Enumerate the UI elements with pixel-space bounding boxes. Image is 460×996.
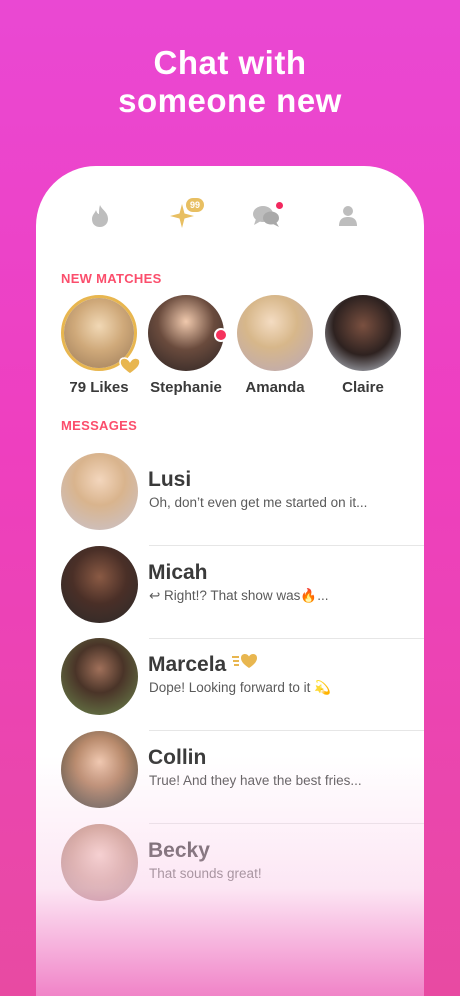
match-claire[interactable]: Claire: [323, 295, 403, 396]
headline-line-2: someone new: [118, 82, 342, 119]
phone-screen: 99 NEW MATCHES 79 Likes Stephanie Amanda…: [36, 166, 424, 996]
contact-name-text: Marcela: [148, 653, 227, 676]
message-preview: Dope! Looking forward to it 💫: [149, 680, 331, 695]
message-preview: Oh, don’t even get me started on it...: [149, 495, 368, 510]
messages-heading: MESSAGES: [61, 418, 138, 433]
contact-name: Becky: [148, 839, 210, 862]
online-indicator: [214, 328, 228, 342]
message-preview: That sounds great!: [149, 866, 262, 881]
contact-name: Collin: [148, 746, 207, 769]
match-name: Amanda: [245, 379, 305, 396]
tab-profile[interactable]: [328, 196, 368, 236]
match-name: Claire: [342, 379, 384, 396]
gold-heart-icon: [119, 357, 141, 375]
message-preview: ↩ Right!? That show was🔥...: [149, 588, 329, 603]
tab-discover[interactable]: [80, 196, 120, 236]
contact-name: Lusi: [148, 468, 192, 491]
avatar: [325, 295, 401, 371]
super-like-heart-icon: [232, 654, 258, 668]
new-matches-heading: NEW MATCHES: [61, 271, 162, 286]
headline: Chat with someone new: [0, 44, 460, 120]
match-amanda[interactable]: Amanda: [235, 295, 315, 396]
tab-bar: 99: [36, 196, 424, 242]
avatar: [148, 295, 224, 371]
contact-name: Micah: [148, 561, 208, 584]
profile-icon: [339, 206, 357, 226]
contact-name: Marcela: [148, 653, 258, 677]
conversation-lusi[interactable]: Lusi Oh, don’t even get me started on it…: [61, 453, 424, 546]
avatar: [61, 824, 138, 901]
conversation-marcela[interactable]: Marcela Dope! Looking forward to it 💫: [61, 638, 424, 731]
likes-count-badge: 99: [186, 198, 205, 212]
flame-icon: [92, 205, 108, 227]
match-stephanie[interactable]: Stephanie: [146, 295, 228, 396]
match-likes[interactable]: 79 Likes: [59, 295, 141, 396]
tab-messages[interactable]: [246, 196, 286, 236]
message-preview: True! And they have the best fries...: [149, 773, 362, 788]
avatar: [237, 295, 313, 371]
conversation-micah[interactable]: Micah ↩ Right!? That show was🔥...: [61, 546, 424, 639]
match-name: Stephanie: [150, 379, 222, 396]
avatar: [61, 731, 138, 808]
avatar: [61, 453, 138, 530]
conversation-collin[interactable]: Collin True! And they have the best frie…: [61, 731, 424, 824]
avatar: [61, 638, 138, 715]
avatar: [61, 546, 138, 623]
conversation-becky[interactable]: Becky That sounds great!: [61, 824, 424, 904]
unread-dot: [276, 202, 283, 209]
match-name: 79 Likes: [69, 379, 129, 396]
tab-likes[interactable]: 99: [162, 196, 205, 236]
headline-line-1: Chat with: [153, 44, 307, 81]
